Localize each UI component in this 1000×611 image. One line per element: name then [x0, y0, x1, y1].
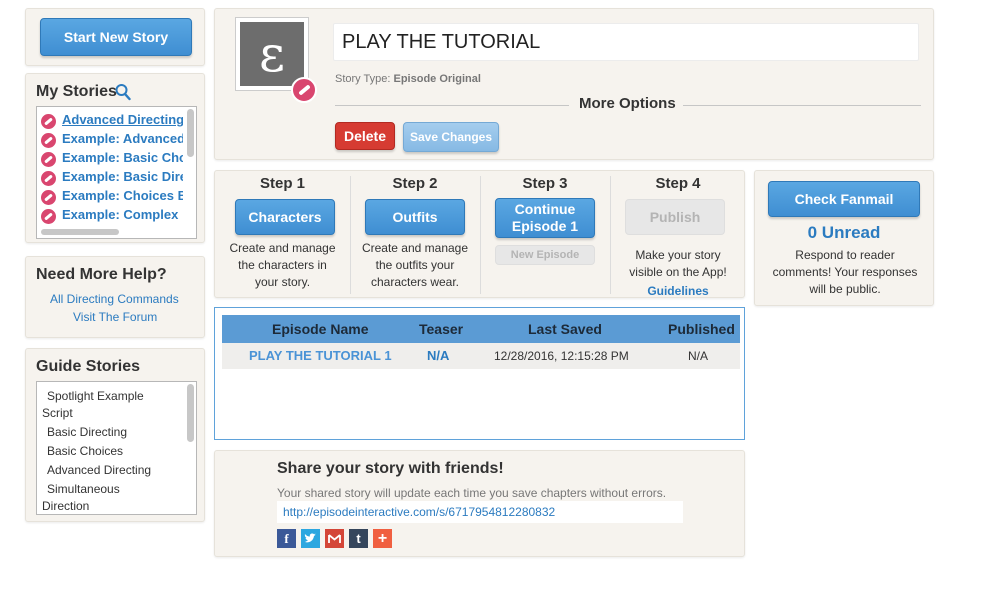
delete-button[interactable]: Delete — [335, 122, 395, 150]
story-list-item[interactable]: Example: Choices B — [41, 187, 183, 206]
step-description: Make your story visible on the App! — [629, 248, 727, 279]
story-list-item-label: Example: Complex — [62, 207, 179, 222]
column-header-last-saved: Last Saved — [528, 321, 602, 337]
continue-episode-button[interactable]: Continue Episode 1 — [495, 198, 595, 238]
story-list-item-label: Example: Advanced — [62, 131, 183, 146]
story-list-item-label: Example: Basic Cho — [62, 150, 183, 165]
more-options-label[interactable]: More Options — [579, 95, 676, 112]
outfits-button[interactable]: Outfits — [365, 199, 465, 235]
guide-item[interactable]: Basic Directing — [47, 425, 127, 439]
tag-icon — [41, 171, 56, 186]
help-panel: Need More Help? All Directing Commands V… — [25, 256, 205, 338]
table-row[interactable]: PLAY THE TUTORIAL 1 N/A 12/28/2016, 12:1… — [222, 343, 740, 369]
check-fanmail-button[interactable]: Check Fanmail — [768, 181, 920, 217]
start-panel: Start New Story — [25, 8, 205, 66]
guide-item[interactable]: Advanced Directing — [47, 463, 151, 477]
visit-forum-link[interactable]: Visit The Forum — [73, 310, 157, 324]
share-panel: Share your story with friends! Your shar… — [214, 450, 745, 557]
my-stories-panel: My Stories Advanced Directing Example: A… — [25, 73, 205, 243]
story-header-panel: ɛ PLAY THE TUTORIAL Story Type: Episode … — [214, 8, 934, 160]
column-header-teaser: Teaser — [419, 321, 464, 337]
story-cover: ɛ — [240, 22, 304, 86]
story-list-item[interactable]: Advanced Directing — [41, 111, 183, 130]
step-3: Step 3 Continue Episode 1 New Episode — [480, 171, 610, 299]
publish-button[interactable]: Publish — [625, 199, 725, 235]
story-list-item-label: Example: Choices B — [62, 188, 183, 203]
divider — [335, 105, 569, 106]
guide-stories-list[interactable]: Spotlight Example Script Basic Directing… — [36, 381, 197, 515]
step-1: Step 1 Characters Create and manage the … — [215, 171, 350, 299]
horizontal-scrollbar[interactable] — [41, 229, 119, 235]
guide-item[interactable]: Direction — [42, 499, 89, 513]
column-header-published: Published — [668, 321, 735, 337]
save-changes-button[interactable]: Save Changes — [403, 122, 499, 152]
facebook-icon[interactable]: f — [277, 529, 296, 548]
tag-icon — [41, 190, 56, 205]
share-description: Your shared story will update each time … — [277, 486, 667, 500]
step-title: Step 4 — [655, 175, 701, 192]
guide-item[interactable]: Script — [42, 406, 73, 420]
search-icon[interactable] — [115, 83, 131, 101]
vertical-scrollbar[interactable] — [187, 109, 194, 157]
tag-icon — [291, 77, 317, 103]
share-url-field[interactable]: http://episodeinteractive.com/s/67179548… — [277, 501, 683, 523]
story-list-item[interactable]: Example: Basic Dire — [41, 168, 183, 187]
last-saved-value: 12/28/2016, 12:15:28 PM — [494, 349, 629, 363]
tag-icon — [41, 152, 56, 167]
story-type-label: Story Type: — [335, 73, 391, 85]
column-header-episode-name: Episode Name — [272, 321, 369, 337]
tag-icon — [41, 114, 56, 129]
guide-stories-title: Guide Stories — [36, 358, 141, 375]
steps-panel: Step 1 Characters Create and manage the … — [214, 170, 745, 298]
divider — [683, 105, 921, 106]
help-title: Need More Help? — [36, 266, 167, 283]
step-title: Step 1 — [259, 175, 305, 192]
story-title-field[interactable]: PLAY THE TUTORIAL — [333, 23, 919, 61]
vertical-scrollbar[interactable] — [187, 384, 194, 442]
characters-button[interactable]: Characters — [235, 199, 335, 235]
my-stories-list[interactable]: Advanced Directing Example: Advanced Exa… — [36, 106, 197, 239]
start-new-story-button[interactable]: Start New Story — [40, 18, 192, 56]
step-2: Step 2 Outfits Create and manage the out… — [350, 171, 480, 299]
teaser-link[interactable]: N/A — [427, 348, 449, 363]
story-list-item-label: Example: Basic Dire — [62, 169, 183, 184]
more-icon[interactable]: + — [373, 529, 392, 548]
story-list-item[interactable]: Example: Complex — [41, 206, 183, 225]
gmail-icon[interactable] — [325, 529, 344, 548]
fanmail-description: Respond to reader comments! Your respons… — [772, 248, 918, 296]
guide-item[interactable]: Simultaneous — [47, 482, 120, 496]
unread-count[interactable]: 0 Unread — [755, 223, 933, 243]
step-title: Step 2 — [392, 175, 438, 192]
all-directing-commands-link[interactable]: All Directing Commands — [50, 292, 179, 306]
my-stories-title: My Stories — [36, 83, 117, 100]
guide-stories-panel: Guide Stories Spotlight Example Script B… — [25, 348, 205, 522]
tag-icon — [41, 209, 56, 224]
episode-logo-icon: ɛ — [259, 25, 285, 83]
episode-name-link[interactable]: PLAY THE TUTORIAL 1 — [249, 348, 392, 363]
new-episode-button[interactable]: New Episode — [495, 245, 595, 265]
twitter-icon[interactable] — [301, 529, 320, 548]
guide-item[interactable]: Basic Choices — [47, 444, 123, 458]
step-description: Create and manage the outfits your chara… — [361, 241, 469, 289]
tumblr-icon[interactable]: t — [349, 529, 368, 548]
fanmail-panel: Check Fanmail 0 Unread Respond to reader… — [754, 170, 934, 306]
published-value: N/A — [688, 349, 709, 363]
story-list-item[interactable]: Example: Advanced — [41, 130, 183, 149]
story-list-item-label: Advanced Directing — [62, 112, 183, 127]
guide-item[interactable]: Spotlight Example — [47, 389, 144, 403]
step-description: Create and manage the characters in your… — [229, 241, 336, 289]
tag-icon — [41, 133, 56, 148]
step-title: Step 3 — [522, 175, 568, 192]
table-header: Episode Name Teaser Last Saved Published — [222, 315, 740, 343]
share-title: Share your story with friends! — [277, 460, 504, 477]
step-4: Step 4 Publish Make your story visible o… — [610, 171, 746, 299]
more-options[interactable]: More Options — [335, 95, 921, 115]
story-type-value: Episode Original — [393, 73, 481, 85]
episodes-table: Episode Name Teaser Last Saved Published… — [214, 307, 745, 440]
story-list-item[interactable]: Example: Basic Cho — [41, 149, 183, 168]
guidelines-link[interactable]: Guidelines — [610, 283, 746, 300]
story-type: Story Type: Episode Original — [335, 73, 481, 85]
